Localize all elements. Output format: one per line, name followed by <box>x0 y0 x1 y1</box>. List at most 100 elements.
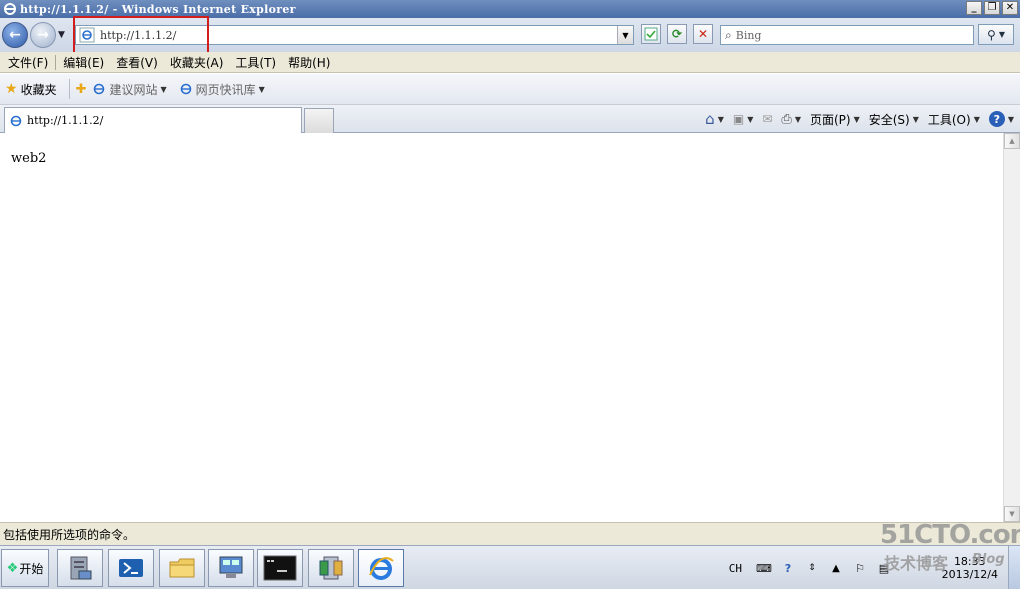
back-button[interactable]: ← <box>2 22 28 48</box>
help-tray-icon[interactable]: ? <box>780 560 796 576</box>
taskbar-server-manager[interactable] <box>57 549 103 587</box>
suggested-sites-link[interactable]: 建议网站 ▼ <box>92 81 167 98</box>
vertical-scrollbar[interactable]: ▲ ▼ <box>1003 133 1020 522</box>
favorites-separator <box>68 79 70 99</box>
server-tool-icon <box>319 556 343 580</box>
show-desktop-button[interactable] <box>1008 546 1020 589</box>
ie-page-icon <box>94 83 105 95</box>
network-tray-icon[interactable]: ▤ <box>876 560 892 576</box>
internet-explorer-icon <box>369 557 394 580</box>
chevron-down-icon: ▼ <box>258 84 265 94</box>
powershell-icon <box>119 559 143 577</box>
forward-button[interactable]: → <box>30 22 56 48</box>
tab-title: http://1.1.1.2/ <box>27 114 104 127</box>
address-dropdown-button[interactable]: ▼ <box>617 26 633 44</box>
window-title: http://1.1.1.2/ - Windows Internet Explo… <box>20 2 296 16</box>
chevron-down-icon: ▼ <box>794 114 801 124</box>
menu-bar: 文件(F) 编辑(E) 查看(V) 收藏夹(A) 工具(T) 帮助(H) <box>0 52 1020 73</box>
tab-active[interactable]: http://1.1.1.2/ <box>4 107 302 133</box>
home-button[interactable]: ⌂ ▼ <box>705 110 724 128</box>
search-placeholder: Bing <box>735 28 762 42</box>
help-icon: ? <box>988 111 1005 127</box>
command-bar: ⌂ ▼ ▣ ▼ ✉ ⎙ ▼ 页面(P) ▼ 安全(S) ▼ 工具(O) ▼ ? ▼ <box>705 108 1014 130</box>
new-tab-button[interactable] <box>304 108 334 133</box>
printer-icon: ⎙ <box>781 111 792 127</box>
menu-view[interactable]: 查看(V) <box>110 54 164 71</box>
add-to-favorites-bar-icon[interactable]: ✚ <box>76 82 87 97</box>
action-center-flag-icon[interactable]: ⚐ <box>852 560 868 576</box>
page-content: web2 <box>0 133 1003 522</box>
keyboard-icon[interactable]: ⌨ <box>756 560 772 576</box>
read-mail-button[interactable]: ✉ <box>762 112 772 126</box>
taskbar-network[interactable] <box>208 549 254 587</box>
compatibility-icon <box>644 27 658 41</box>
feeds-button[interactable]: ▣ ▼ <box>733 112 754 126</box>
scroll-down-button[interactable]: ▼ <box>1004 506 1020 522</box>
page-menu-button[interactable]: 页面(P) ▼ <box>810 111 860 128</box>
chevron-down-icon: ▼ <box>853 114 860 124</box>
tab-command-row: http://1.1.1.2/ ⌂ ▼ ▣ ▼ ✉ ⎙ ▼ 页面(P) ▼ 安全(S) ▼… <box>0 105 1020 133</box>
status-bar: 包括使用所选项的命令。 <box>0 522 1020 545</box>
page-body-text: web2 <box>11 151 47 166</box>
stop-button[interactable]: ✕ <box>693 24 713 44</box>
suggested-sites-label: 建议网站 <box>109 82 158 97</box>
taskbar-powershell[interactable] <box>108 549 154 587</box>
chevron-down-icon: ▼ <box>1007 114 1014 124</box>
refresh-icon: ⟳ <box>671 27 683 41</box>
windows-flag-icon: ❖ <box>6 560 19 576</box>
search-icon: ⚲ <box>987 27 996 42</box>
menu-help[interactable]: 帮助(H) <box>282 54 336 71</box>
ie-page-icon <box>180 83 191 95</box>
close-button[interactable]: ✕ <box>1002 1 1018 15</box>
home-icon: ⌂ <box>705 110 715 128</box>
chevron-down-icon: ▼ <box>747 114 754 124</box>
help-button[interactable]: ? ▼ <box>988 111 1014 127</box>
menu-edit[interactable]: 编辑(E) <box>57 54 110 71</box>
restore-button[interactable]: ❐ <box>984 1 1000 15</box>
favorites-star-icon: ★ <box>5 81 18 97</box>
page-menu-label: 页面(P) <box>809 112 851 127</box>
favorites-button[interactable]: 收藏夹 <box>21 81 57 98</box>
menu-separator <box>55 54 57 70</box>
refresh-button[interactable]: ⟳ <box>667 24 687 44</box>
rss-feed-icon: ▣ <box>732 112 745 126</box>
recent-pages-dropdown[interactable]: ▼ <box>58 30 65 40</box>
scroll-up-button[interactable]: ▲ <box>1004 133 1020 149</box>
start-button[interactable]: ❖ 开始 <box>1 549 49 587</box>
search-field[interactable]: ⌕ Bing <box>720 25 974 45</box>
options-icon[interactable]: ⇕ <box>804 560 820 576</box>
web-slice-gallery-label: 网页快讯库 <box>195 82 256 97</box>
tools-menu-button[interactable]: 工具(O) ▼ <box>928 111 980 128</box>
print-button[interactable]: ⎙ ▼ <box>781 112 801 127</box>
taskbar-command-prompt[interactable] <box>257 549 303 587</box>
taskbar-internet-explorer[interactable] <box>358 549 404 587</box>
chevron-down-icon: ▼ <box>973 114 980 124</box>
highlight-box <box>73 16 209 54</box>
mail-icon: ✉ <box>762 112 773 126</box>
clock-date: 2013/12/4 <box>941 568 998 581</box>
stop-icon: ✕ <box>697 27 709 41</box>
web-slice-gallery-link[interactable]: 网页快讯库 ▼ <box>179 81 265 98</box>
chevron-down-icon: ▼ <box>160 84 167 94</box>
window-controls: _ ❐ ✕ <box>966 1 1018 15</box>
clock-time: 18:33 <box>953 555 986 568</box>
search-button[interactable]: ⚲ ▼ <box>978 24 1014 45</box>
menu-favorites[interactable]: 收藏夹(A) <box>164 54 230 71</box>
taskbar-explorer[interactable] <box>159 549 205 587</box>
taskbar: ❖ 开始 CH ⌨ ? ⇕ ▲ ⚐ ▤ 18:33 2013/12/4 <box>0 545 1020 589</box>
compatibility-view-button[interactable] <box>641 24 661 44</box>
clock[interactable]: 18:33 2013/12/4 <box>942 555 998 581</box>
minimize-button[interactable]: _ <box>966 1 982 15</box>
menu-file[interactable]: 文件(F) <box>2 54 54 71</box>
ie-logo-icon <box>4 3 16 15</box>
show-hidden-icons-icon[interactable]: ▲ <box>828 560 844 576</box>
safety-menu-button[interactable]: 安全(S) ▼ <box>869 111 919 128</box>
menu-tools[interactable]: 工具(T) <box>229 54 282 71</box>
chevron-down-icon: ▼ <box>912 114 919 124</box>
language-indicator[interactable]: CH <box>729 562 742 575</box>
favorites-bar: ★ 收藏夹 ✚ 建议网站 ▼ 网页快讯库 ▼ <box>0 74 1020 105</box>
search-options-icon: ▼ <box>998 30 1005 39</box>
tools-menu-label: 工具(O) <box>927 112 971 127</box>
taskbar-server-tool[interactable] <box>308 549 354 587</box>
search-provider-icon: ⌕ <box>725 27 732 42</box>
